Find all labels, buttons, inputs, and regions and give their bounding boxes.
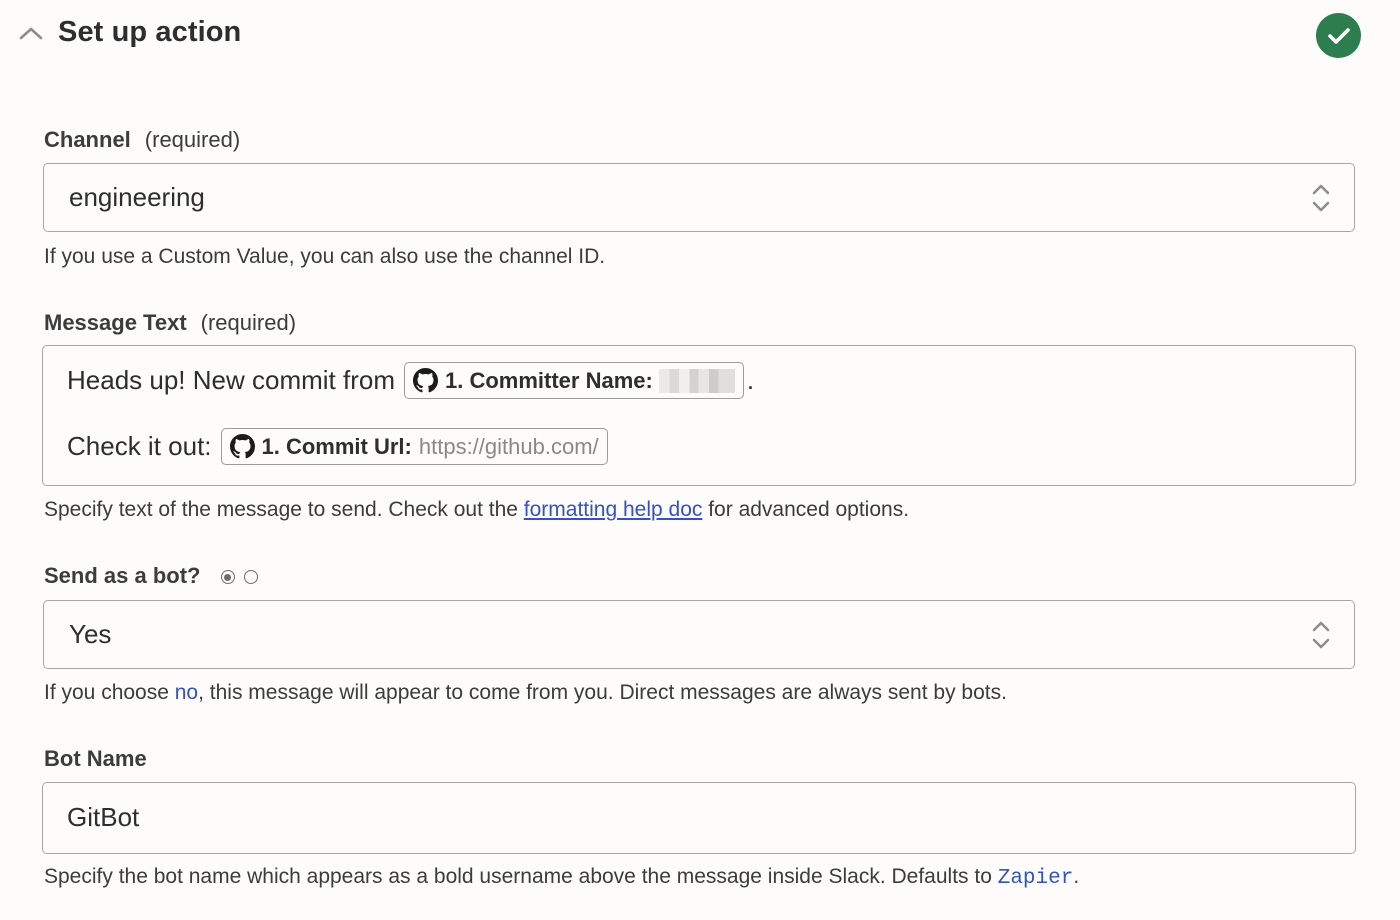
- chevron-up-icon: [19, 27, 43, 40]
- chevron-up-down-icon: [1312, 621, 1330, 649]
- send-as-bot-select-value: Yes: [69, 619, 112, 649]
- channel-required-text: (required): [144, 127, 241, 152]
- formatting-help-doc-link[interactable]: formatting help doc: [524, 498, 703, 521]
- bot-name-help-after: .: [1073, 865, 1080, 888]
- message-line-1-text: Heads up! New commit from: [67, 365, 395, 395]
- no-option-link[interactable]: no: [175, 681, 198, 704]
- github-icon: [412, 368, 438, 393]
- radio-selected-dot: [224, 573, 232, 581]
- commit-url-pill[interactable]: 1. Commit Url: https://github.com/: [220, 428, 608, 465]
- status-complete-badge: [1316, 13, 1361, 58]
- send-as-bot-label: Send as a bot?: [44, 563, 267, 589]
- message-line-2-text: Check it out:: [67, 431, 212, 461]
- channel-label: Channel (required): [44, 127, 240, 153]
- send-as-bot-radio-group: [220, 570, 267, 585]
- section-header: Set up action: [0, 0, 1400, 72]
- section-title: Set up action: [58, 16, 242, 48]
- bot-help-after: , this message will appear to come from …: [198, 681, 1007, 704]
- channel-help-text: If you use a Custom Value, you can also …: [44, 245, 606, 268]
- bot-name-help-before: Specify the bot name which appears as a …: [44, 865, 998, 888]
- check-icon: [1327, 27, 1350, 44]
- message-line-2: Check it out: 1. Commit Url: https://git…: [67, 428, 608, 465]
- message-line-1: Heads up! New commit from 1. Committer N…: [67, 362, 754, 399]
- collapse-section-button[interactable]: [16, 20, 46, 46]
- github-icon: [229, 434, 255, 459]
- commit-url-pill-label: 1. Commit Url:: [261, 433, 412, 459]
- channel-select-value: engineering: [69, 182, 205, 212]
- radio-option-selected[interactable]: [220, 570, 235, 585]
- channel-label-text: Channel: [44, 127, 131, 152]
- message-help-before: Specify text of the message to send. Che…: [44, 498, 524, 521]
- bot-name-input-value: GitBot: [67, 802, 140, 832]
- commit-url-pill-value: https://github.com/: [418, 433, 599, 459]
- message-text-help: Specify text of the message to send. Che…: [44, 498, 909, 522]
- chevron-up-down-icon: [1312, 184, 1330, 212]
- send-as-bot-label-text: Send as a bot?: [44, 563, 201, 588]
- message-text-label-text: Message Text: [44, 310, 187, 335]
- send-as-bot-help: If you choose no, this message will appe…: [44, 681, 1007, 705]
- committer-name-pill-label: 1. Committer Name:: [444, 367, 653, 393]
- message-text-label: Message Text (required): [44, 310, 296, 336]
- channel-select[interactable]: engineering: [43, 163, 1355, 232]
- redacted-committer-name: [658, 368, 735, 393]
- message-line-1-period: .: [746, 365, 755, 395]
- message-text-editor[interactable]: Heads up! New commit from 1. Committer N…: [42, 345, 1356, 486]
- bot-name-help: Specify the bot name which appears as a …: [44, 865, 1079, 890]
- zapier-default-code: Zapier: [997, 867, 1074, 890]
- bot-name-input[interactable]: GitBot: [42, 782, 1356, 854]
- bot-help-before: If you choose: [44, 681, 175, 704]
- committer-name-pill[interactable]: 1. Committer Name:: [403, 362, 744, 399]
- send-as-bot-select[interactable]: Yes: [43, 600, 1355, 669]
- radio-option-unselected[interactable]: [243, 570, 258, 585]
- message-text-required-text: (required): [200, 310, 297, 335]
- bot-name-label: Bot Name: [44, 746, 147, 771]
- message-help-after: for advanced options.: [702, 498, 910, 521]
